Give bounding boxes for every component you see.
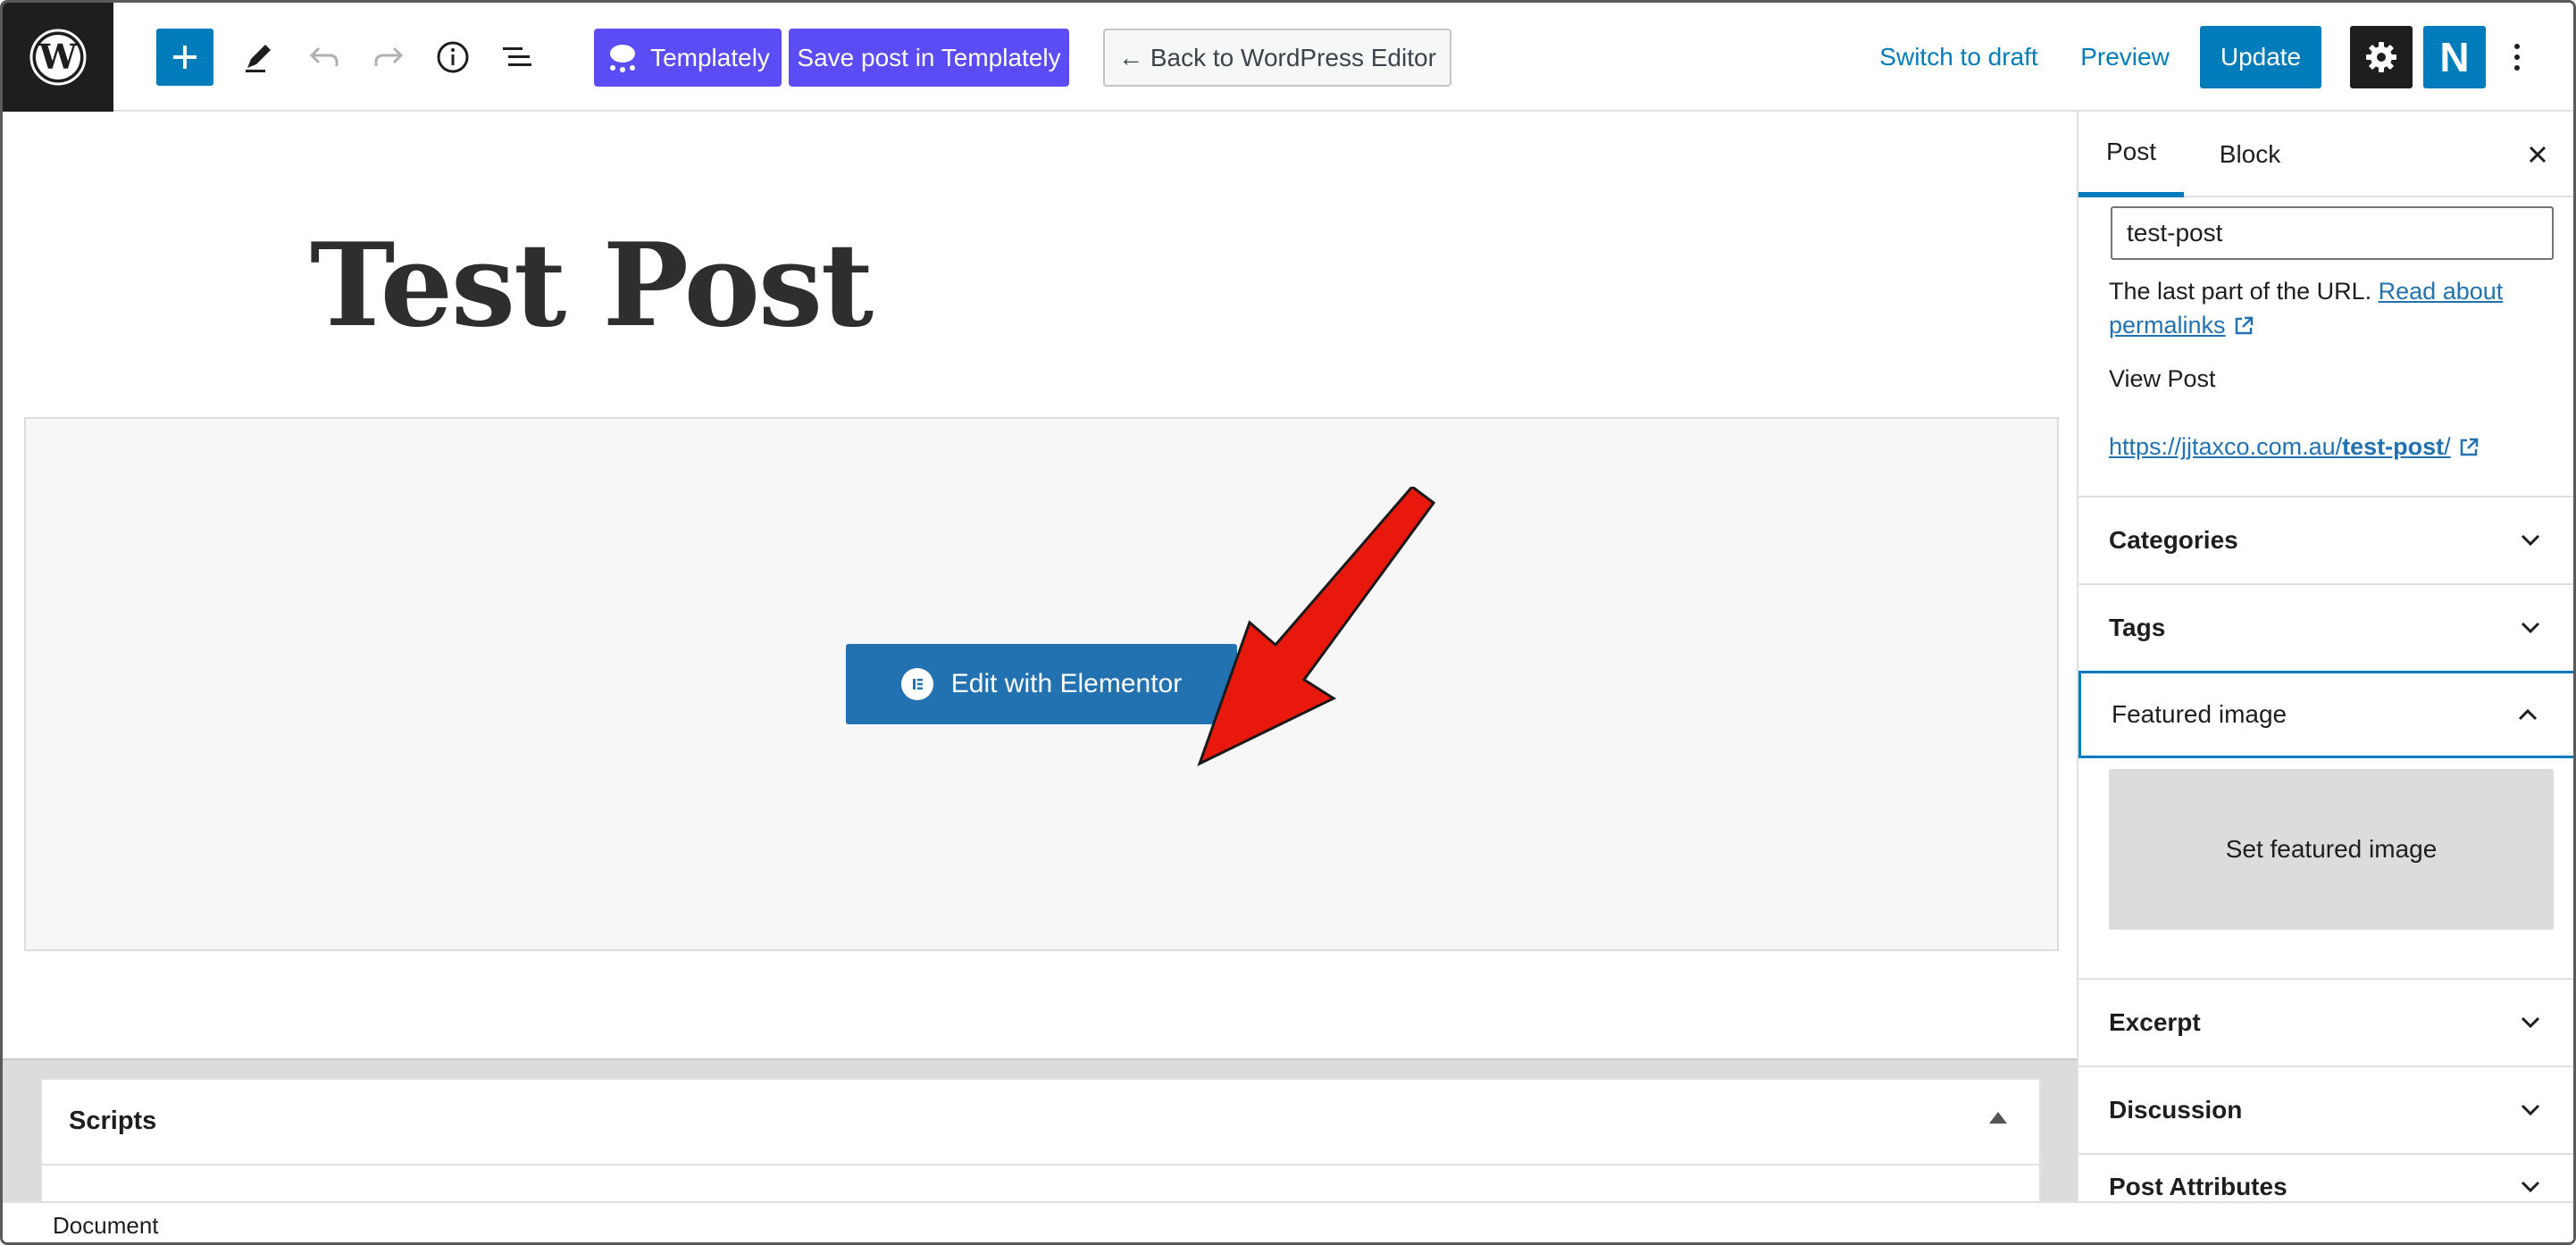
list-view-icon — [503, 47, 531, 66]
add-block-button[interactable] — [156, 29, 213, 86]
templately-logo-icon — [610, 44, 636, 72]
list-view-button[interactable] — [492, 32, 542, 82]
save-in-templately-button[interactable]: Save post in Templately — [789, 29, 1069, 87]
scripts-metabox-header[interactable]: Scripts — [42, 1080, 2039, 1166]
panel-post-attributes[interactable]: Post Attributes — [2078, 1153, 2573, 1201]
switch-to-draft-button[interactable]: Switch to draft — [1869, 35, 2048, 79]
set-featured-image-button[interactable]: Set featured image — [2109, 769, 2554, 930]
tools-button[interactable] — [233, 32, 283, 82]
slug-help-text: The last part of the URL. Read about per… — [2109, 274, 2555, 342]
editor-canvas: Test Post Edit with Elementor Scripts — [3, 112, 2077, 1201]
svg-text:W: W — [38, 37, 79, 77]
slug-help-label: The last part of the URL. — [2109, 278, 2379, 305]
elementor-placeholder: Edit with Elementor — [24, 417, 2059, 951]
settings-sidebar: Post Block The last part of the URL. Rea… — [2077, 112, 2573, 1201]
chevron-down-icon — [2518, 528, 2543, 553]
collapse-triangle-icon[interactable] — [1989, 1112, 2007, 1124]
meta-boxes-area: Scripts — [3, 1058, 2077, 1201]
templately-button[interactable]: Templately — [594, 29, 782, 87]
back-to-wordpress-editor-button[interactable]: ← Back to WordPress Editor — [1103, 29, 1451, 87]
panel-featured-image-title: Featured image — [2112, 700, 2287, 728]
breadcrumb[interactable]: Document — [53, 1212, 159, 1240]
scripts-metabox: Scripts — [40, 1078, 2041, 1201]
tab-block[interactable]: Block — [2200, 112, 2300, 197]
chevron-down-icon — [2518, 1174, 2543, 1199]
elementor-icon — [900, 668, 933, 700]
redo-icon — [374, 46, 404, 66]
panel-categories[interactable]: Categories — [2078, 496, 2573, 583]
panel-tags[interactable]: Tags — [2078, 583, 2573, 671]
preview-button[interactable]: Preview — [2073, 35, 2177, 79]
external-link-icon — [2235, 316, 2253, 335]
scripts-metabox-title: Scripts — [69, 1107, 157, 1135]
edit-with-elementor-button[interactable]: Edit with Elementor — [846, 644, 1237, 724]
n-plugin-label: N — [2439, 34, 2470, 80]
panel-discussion-title: Discussion — [2109, 1096, 2243, 1124]
view-post-link[interactable]: https://jjtaxco.com.au/test-post/ — [2109, 433, 2451, 460]
n-plugin-button[interactable]: N — [2423, 26, 2486, 88]
edit-with-elementor-label: Edit with Elementor — [950, 669, 1183, 698]
details-button[interactable] — [428, 32, 478, 82]
chevron-down-icon — [2518, 1098, 2543, 1123]
view-post-url-slug: test-post — [2342, 433, 2445, 460]
chevron-up-icon — [2515, 702, 2540, 727]
gear-icon — [2366, 42, 2396, 72]
panel-categories-title: Categories — [2109, 526, 2238, 554]
annotation-arrow-icon — [1197, 487, 1436, 766]
external-link-icon — [2460, 438, 2478, 456]
more-vertical-icon — [2514, 44, 2520, 71]
view-post-label: View Post — [2109, 365, 2216, 392]
panel-tags-title: Tags — [2109, 614, 2166, 641]
panel-post-attributes-title: Post Attributes — [2109, 1173, 2287, 1200]
undo-button[interactable] — [299, 32, 349, 82]
post-title[interactable]: Test Post — [310, 219, 874, 353]
redo-button[interactable] — [364, 32, 414, 82]
panel-excerpt[interactable]: Excerpt — [2078, 978, 2573, 1065]
panel-featured-image[interactable]: Featured image — [2078, 671, 2573, 758]
pencil-icon — [246, 45, 271, 72]
editor-toolbar: W Templately Save post in Templately ← B… — [3, 3, 2573, 112]
sidebar-tabs: Post Block — [2078, 112, 2573, 197]
update-button[interactable]: Update — [2200, 26, 2321, 88]
more-options-button[interactable] — [2497, 26, 2538, 88]
editor-footer: Document — [3, 1201, 2573, 1242]
settings-button[interactable] — [2350, 26, 2413, 88]
chevron-down-icon — [2518, 615, 2543, 640]
plus-icon — [173, 46, 197, 69]
view-post-url: https://jjtaxco.com.au/test-post/ — [2109, 433, 2480, 461]
view-post-url-prefix: https://jjtaxco.com.au/ — [2109, 433, 2343, 460]
panel-discussion[interactable]: Discussion — [2078, 1065, 2573, 1153]
close-sidebar-button[interactable] — [2518, 135, 2557, 174]
tab-post[interactable]: Post — [2078, 112, 2184, 197]
url-slug-input[interactable] — [2111, 206, 2554, 260]
panel-excerpt-title: Excerpt — [2109, 1008, 2201, 1036]
wordpress-icon: W — [29, 29, 87, 86]
chevron-down-icon — [2518, 1010, 2543, 1035]
wordpress-logo-button[interactable]: W — [3, 3, 113, 112]
close-icon — [2529, 146, 2547, 163]
view-post-url-suffix: / — [2444, 433, 2451, 460]
editor-window: W Templately Save post in Templately ← B… — [0, 0, 2576, 1245]
undo-icon — [309, 46, 339, 66]
templately-button-label: Templately — [650, 43, 770, 71]
info-icon — [437, 41, 469, 73]
